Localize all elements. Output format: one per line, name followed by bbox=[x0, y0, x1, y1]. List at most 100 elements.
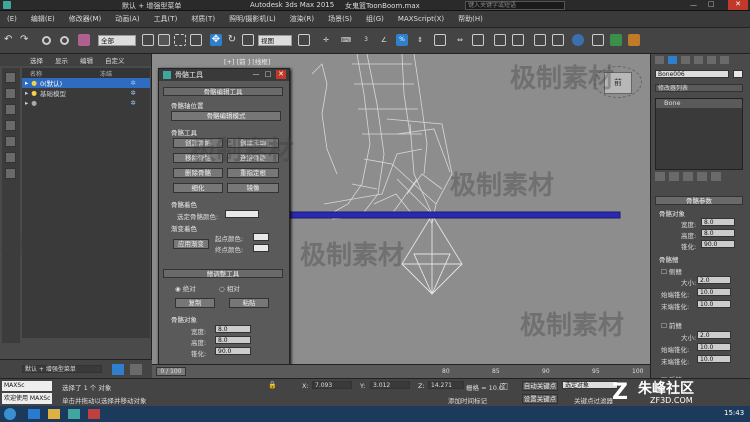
stack-item[interactable]: Bone bbox=[656, 99, 742, 108]
remove-modifier-icon[interactable] bbox=[697, 172, 707, 181]
bone-edit-mode-button[interactable]: 骨骼编辑模式 bbox=[171, 111, 281, 121]
hierarchy-tab-icon[interactable] bbox=[681, 56, 690, 64]
minimize-button[interactable]: — bbox=[690, 1, 697, 9]
bone-params-rollout[interactable]: 骨骼参数 bbox=[655, 196, 743, 205]
set-key-button[interactable]: 设置关键点 bbox=[522, 394, 558, 404]
side-start-taper-field[interactable]: 10.0 bbox=[697, 288, 731, 296]
front-start-taper-field[interactable]: 10.0 bbox=[697, 343, 731, 351]
height-field[interactable]: 8.0 bbox=[215, 336, 251, 344]
taper-field[interactable]: 90.0 bbox=[215, 347, 251, 355]
layer-explorer-icon[interactable] bbox=[112, 364, 124, 375]
window-crossing-icon[interactable] bbox=[190, 34, 202, 46]
render-setup-icon[interactable] bbox=[592, 34, 604, 46]
display-geometry-icon[interactable] bbox=[5, 88, 16, 99]
se-menu-item[interactable]: 编辑 bbox=[80, 55, 93, 65]
front-fin-checkbox[interactable]: ☐ 前鳍 bbox=[661, 320, 682, 330]
mirror-button[interactable]: 镜像 bbox=[227, 183, 279, 193]
column-name-header[interactable]: 名称 bbox=[30, 69, 42, 78]
freeze-icon[interactable]: ✲ bbox=[131, 89, 136, 97]
redo-icon[interactable]: ↷ bbox=[20, 34, 32, 46]
expand-arrow-icon[interactable]: ▸ bbox=[25, 79, 28, 87]
menu-item[interactable]: 组(G) bbox=[359, 14, 391, 24]
display-cameras-icon[interactable] bbox=[5, 136, 16, 147]
display-shapes-icon[interactable] bbox=[5, 104, 16, 115]
display-helpers-icon[interactable] bbox=[5, 152, 16, 163]
key-filters-button[interactable]: 关键点过滤器 bbox=[574, 395, 613, 405]
object-name-field[interactable]: Bone006 bbox=[655, 70, 729, 78]
percent-snap-icon[interactable]: % bbox=[396, 34, 408, 46]
cmd-height-field[interactable]: 8.0 bbox=[701, 229, 735, 237]
relative-radio[interactable]: ○ 相对 bbox=[219, 283, 240, 293]
menu-item[interactable]: 修改器(M) bbox=[62, 14, 109, 24]
auto-key-button[interactable]: 自动关键点 bbox=[522, 381, 558, 391]
unlink-icon[interactable] bbox=[60, 36, 69, 45]
rotate-icon[interactable]: ↻ bbox=[226, 34, 238, 46]
angle-snap-icon[interactable]: ∠ bbox=[378, 34, 390, 46]
scene-explorer-icon[interactable] bbox=[130, 364, 142, 375]
menu-item[interactable]: 工具(T) bbox=[147, 14, 185, 24]
delete-bone-button[interactable]: 删除骨骼 bbox=[173, 168, 223, 178]
curve-editor-icon[interactable] bbox=[534, 34, 546, 46]
modifier-list-dropdown[interactable]: 修改器列表 bbox=[655, 84, 743, 92]
motion-tab-icon[interactable] bbox=[694, 56, 703, 64]
x-coord-field[interactable]: 7.093 bbox=[312, 381, 352, 389]
move-icon[interactable]: ✥ bbox=[210, 34, 222, 46]
start-color-swatch[interactable] bbox=[253, 233, 269, 241]
graphite-tools-icon[interactable] bbox=[512, 34, 524, 46]
maximize-button[interactable]: □ bbox=[708, 0, 715, 8]
absolute-radio[interactable]: ◉ 绝对 bbox=[175, 283, 196, 293]
menu-item[interactable]: MAXScript(X) bbox=[391, 15, 451, 23]
rollout-fin-adjust[interactable]: 鳍调整工具 bbox=[163, 269, 283, 278]
menu-item[interactable]: 材质(T) bbox=[184, 14, 222, 24]
menu-item[interactable]: 动画(A) bbox=[108, 14, 146, 24]
display-bones-icon[interactable] bbox=[5, 168, 16, 179]
freeze-icon[interactable]: ✲ bbox=[131, 79, 136, 87]
3dsmax-icon[interactable] bbox=[68, 409, 80, 419]
front-end-taper-field[interactable]: 10.0 bbox=[697, 355, 731, 363]
light-bulb-icon[interactable]: ● bbox=[31, 89, 37, 97]
maximize-button[interactable]: □ bbox=[263, 70, 273, 79]
explorer-icon[interactable] bbox=[48, 409, 60, 419]
bind-spacewarp-icon[interactable] bbox=[78, 34, 90, 46]
object-icon[interactable]: ● bbox=[31, 99, 37, 107]
link-icon[interactable] bbox=[42, 36, 51, 45]
reassign-root-button[interactable]: 重指定根 bbox=[227, 168, 279, 178]
copy-button[interactable]: 复制 bbox=[175, 298, 215, 308]
pivot-center-icon[interactable] bbox=[298, 34, 310, 46]
layer-row[interactable]: ▸ ● 0(默认) ✲ bbox=[22, 78, 150, 88]
refine-button[interactable]: 细化 bbox=[173, 183, 223, 193]
scale-icon[interactable] bbox=[242, 34, 254, 46]
expand-arrow-icon[interactable]: ▸ bbox=[25, 89, 28, 97]
close-button[interactable]: ✕ bbox=[276, 70, 286, 79]
rollout-bone-edit[interactable]: 骨骼编辑工具 bbox=[163, 87, 283, 96]
object-color-swatch[interactable] bbox=[733, 70, 743, 78]
pin-stack-icon[interactable] bbox=[655, 172, 665, 181]
rendered-frame-icon[interactable] bbox=[610, 34, 622, 46]
undo-icon[interactable]: ↶ bbox=[4, 34, 16, 46]
menu-item[interactable]: 场景(S) bbox=[321, 14, 359, 24]
mirror-icon[interactable]: ⇔ bbox=[454, 34, 466, 46]
selected-bone-color-swatch[interactable] bbox=[225, 210, 259, 218]
ie-icon[interactable] bbox=[28, 409, 40, 419]
minimize-button[interactable]: — bbox=[251, 70, 261, 79]
spinner-snap-icon[interactable]: ⇕ bbox=[414, 34, 426, 46]
cmd-taper-field[interactable]: 90.0 bbox=[701, 240, 735, 248]
y-coord-field[interactable]: 3.012 bbox=[370, 381, 410, 389]
modify-tab-icon[interactable] bbox=[668, 56, 677, 64]
menu-item[interactable]: 编辑(E) bbox=[24, 14, 62, 24]
light-bulb-icon[interactable]: ● bbox=[31, 79, 37, 87]
show-end-result-icon[interactable] bbox=[669, 172, 679, 181]
end-color-swatch[interactable] bbox=[253, 244, 269, 252]
named-selection-icon[interactable] bbox=[434, 34, 446, 46]
column-freeze-header[interactable]: 冻结 bbox=[100, 69, 112, 78]
start-button-icon[interactable] bbox=[4, 408, 16, 420]
freeze-icon[interactable]: ✲ bbox=[131, 99, 136, 107]
expand-arrow-icon[interactable]: ▸ bbox=[25, 99, 28, 107]
key-icon[interactable]: ⚿ bbox=[500, 382, 508, 393]
close-button[interactable]: ✕ bbox=[728, 0, 748, 10]
layer-row[interactable]: ▸ ● ✲ bbox=[22, 98, 150, 108]
create-tab-icon[interactable] bbox=[655, 56, 664, 64]
layer-manager-icon[interactable] bbox=[494, 34, 506, 46]
maxscript-listener[interactable]: MAXSc bbox=[2, 381, 52, 391]
menu-item[interactable]: 帮助(H) bbox=[451, 14, 490, 24]
